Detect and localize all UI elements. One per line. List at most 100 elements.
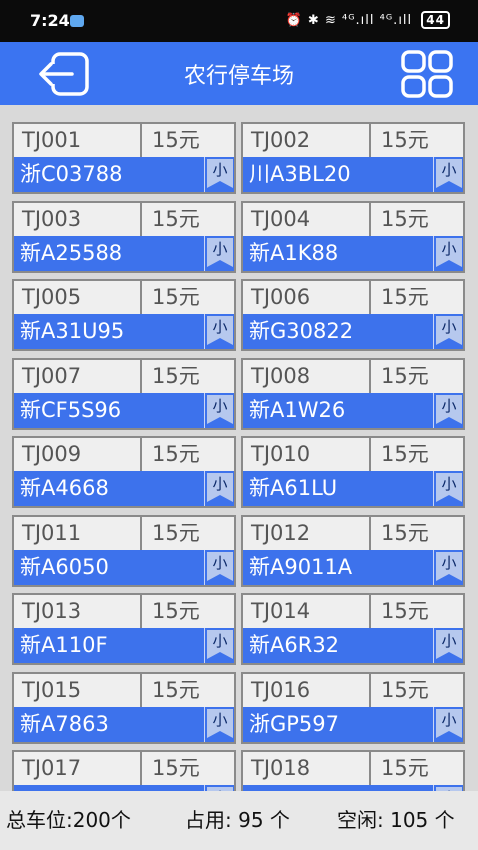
parking-slot[interactable]: TJ01815元小 [241,750,465,791]
slot-size: 小 [204,471,234,506]
size-badge: 小 [207,630,233,659]
slot-code: TJ015 [14,673,142,707]
parking-slot[interactable]: TJ013 15元新A110F 小 [12,593,236,665]
slot-code: TJ005 [14,281,142,314]
slot-size: 小 [433,628,463,663]
slot-code: TJ014 [243,595,371,628]
slot-size: 小 [204,628,234,663]
slot-code: TJ013 [14,595,142,628]
parking-slot[interactable]: TJ016 15元浙GP597 小 [241,671,465,744]
slot-plate: 新A61LU [243,471,433,506]
slot-code: TJ003 [14,202,142,236]
slot-size: 小 [433,392,463,428]
grid-icon[interactable] [400,49,454,99]
slot-price: 15元 [152,599,200,623]
size-badge: 小 [436,159,462,188]
status-icons: ⏰ ✱ ≋ ⁴ᴳ.ıll ⁴ᴳ.ıll 44 [286,11,450,29]
parking-slot[interactable]: TJ003 15元新A25588 小 [12,200,236,273]
slot-plate: 新CF5S96 [14,392,204,428]
parking-slot[interactable]: TJ009 15元新A4668 小 [12,436,236,508]
app-bar: 农行停车场 [0,42,478,105]
slot-size: 小 [204,549,234,585]
slot-price: 15元 [381,520,429,545]
slot-price: 15元 [381,599,429,623]
slot-code: TJ008 [243,359,371,393]
parking-slot[interactable]: TJ002 15元 川A3BL20 小 [241,122,465,194]
slot-code: TJ001 [14,124,142,157]
parking-slot[interactable]: TJ006 15元 新G30822 小 [241,279,465,351]
slot-price: 15元 [381,285,429,309]
slot-plate: 新A6050 [14,549,204,585]
size-badge: 小 [436,473,462,502]
slot-plate: 新A9011A [243,549,433,585]
slot-plate: 新A31U95 [14,314,204,349]
slot-plate: 新A1K88 [243,235,433,271]
size-badge: 小 [207,708,233,738]
parking-slot-grid: TJ001 15元 浙C03788 小 TJ002 15元 川A3BL20 小 TJ003 15元… [0,105,478,791]
slot-price: 15元 [381,442,429,466]
slot-price: 15元 [152,756,200,780]
slot-price: 15元 [152,285,200,309]
slot-price: 15元 [152,128,200,152]
slot-size: 小 [433,471,463,506]
size-badge: 小 [207,159,233,188]
size-badge: 小 [436,237,462,267]
slot-size: 小 [433,706,463,742]
slot-plate: 浙C03788 [14,157,204,192]
status-time: 7:24 [30,11,70,30]
total-spaces: 总车位:200个 [6,808,131,832]
slot-price: 15元 [152,677,200,702]
slot-code: TJ002 [243,124,371,157]
slot-size: 小 [204,157,234,192]
summary-bar: 总车位:200个 占用: 95 个 空闲: 105 个 [0,791,478,850]
size-badge: 小 [436,316,462,345]
parking-slot[interactable]: TJ007 15元 新CF5S96 小 [12,357,236,430]
parking-slot[interactable]: TJ010 15元 新A61LU 小 [241,436,465,508]
slot-plate: 新A25588 [14,235,204,271]
slot-code: TJ017 [14,752,142,785]
parking-slot[interactable]: TJ004 15元新A1K88 小 [241,200,465,273]
slot-price: 15元 [152,520,200,545]
size-badge: 小 [207,394,233,424]
slot-price: 15元 [381,363,429,388]
parking-slot[interactable]: TJ011 15元 新A6050 小 [12,514,236,587]
occupied-spaces: 占用: 95 个 [185,808,290,832]
size-badge: 小 [436,708,462,738]
slot-plate: 新A7863 [14,706,204,742]
parking-slot[interactable]: TJ005 15元 新A31U95 小 [12,279,236,351]
slot-size: 小 [433,157,463,192]
status-bar: 7:24 ⏰ ✱ ≋ ⁴ᴳ.ıll ⁴ᴳ.ıll 44 [0,0,478,42]
slot-size: 小 [204,235,234,271]
slot-price: 15元 [152,206,200,231]
parking-slot[interactable]: TJ014 15元新A6R32 小 [241,593,465,665]
slot-plate: 新A6R32 [243,628,433,663]
slot-plate: 新A110F [14,628,204,663]
size-badge: 小 [207,551,233,581]
slot-code: TJ006 [243,281,371,314]
slot-size: 小 [433,549,463,585]
slot-code: TJ016 [243,673,371,707]
parking-slot[interactable]: TJ012 15元新A9011A 小 [241,514,465,587]
size-badge: 小 [436,394,462,424]
slot-plate: 川A3BL20 [243,157,433,192]
slot-code: TJ009 [14,438,142,471]
slot-code: TJ018 [243,752,371,785]
slot-size: 小 [433,314,463,349]
slot-plate: 新A4668 [14,471,204,506]
slot-size: 小 [204,392,234,428]
battery-icon: 44 [421,11,450,29]
size-badge: 小 [207,473,233,502]
size-badge: 小 [207,237,233,267]
slot-price: 15元 [381,206,429,231]
parking-slot[interactable]: TJ01715元小 [12,750,236,791]
slot-code: TJ012 [243,516,371,550]
parking-slot[interactable]: TJ008 15元 新A1W26 小 [241,357,465,430]
slot-size: 小 [433,235,463,271]
slot-plate: 浙GP597 [243,706,433,742]
parking-slot[interactable]: TJ001 15元浙C03788 小 [12,122,236,194]
parking-slot[interactable]: TJ015 15元新A7863 小 [12,671,236,744]
slot-price: 15元 [381,677,429,702]
slot-code: TJ004 [243,202,371,236]
status-indicator-icons: ⏰ ✱ ≋ ⁴ᴳ.ıll ⁴ᴳ.ıll [285,13,413,28]
slot-price: 15元 [152,442,200,466]
